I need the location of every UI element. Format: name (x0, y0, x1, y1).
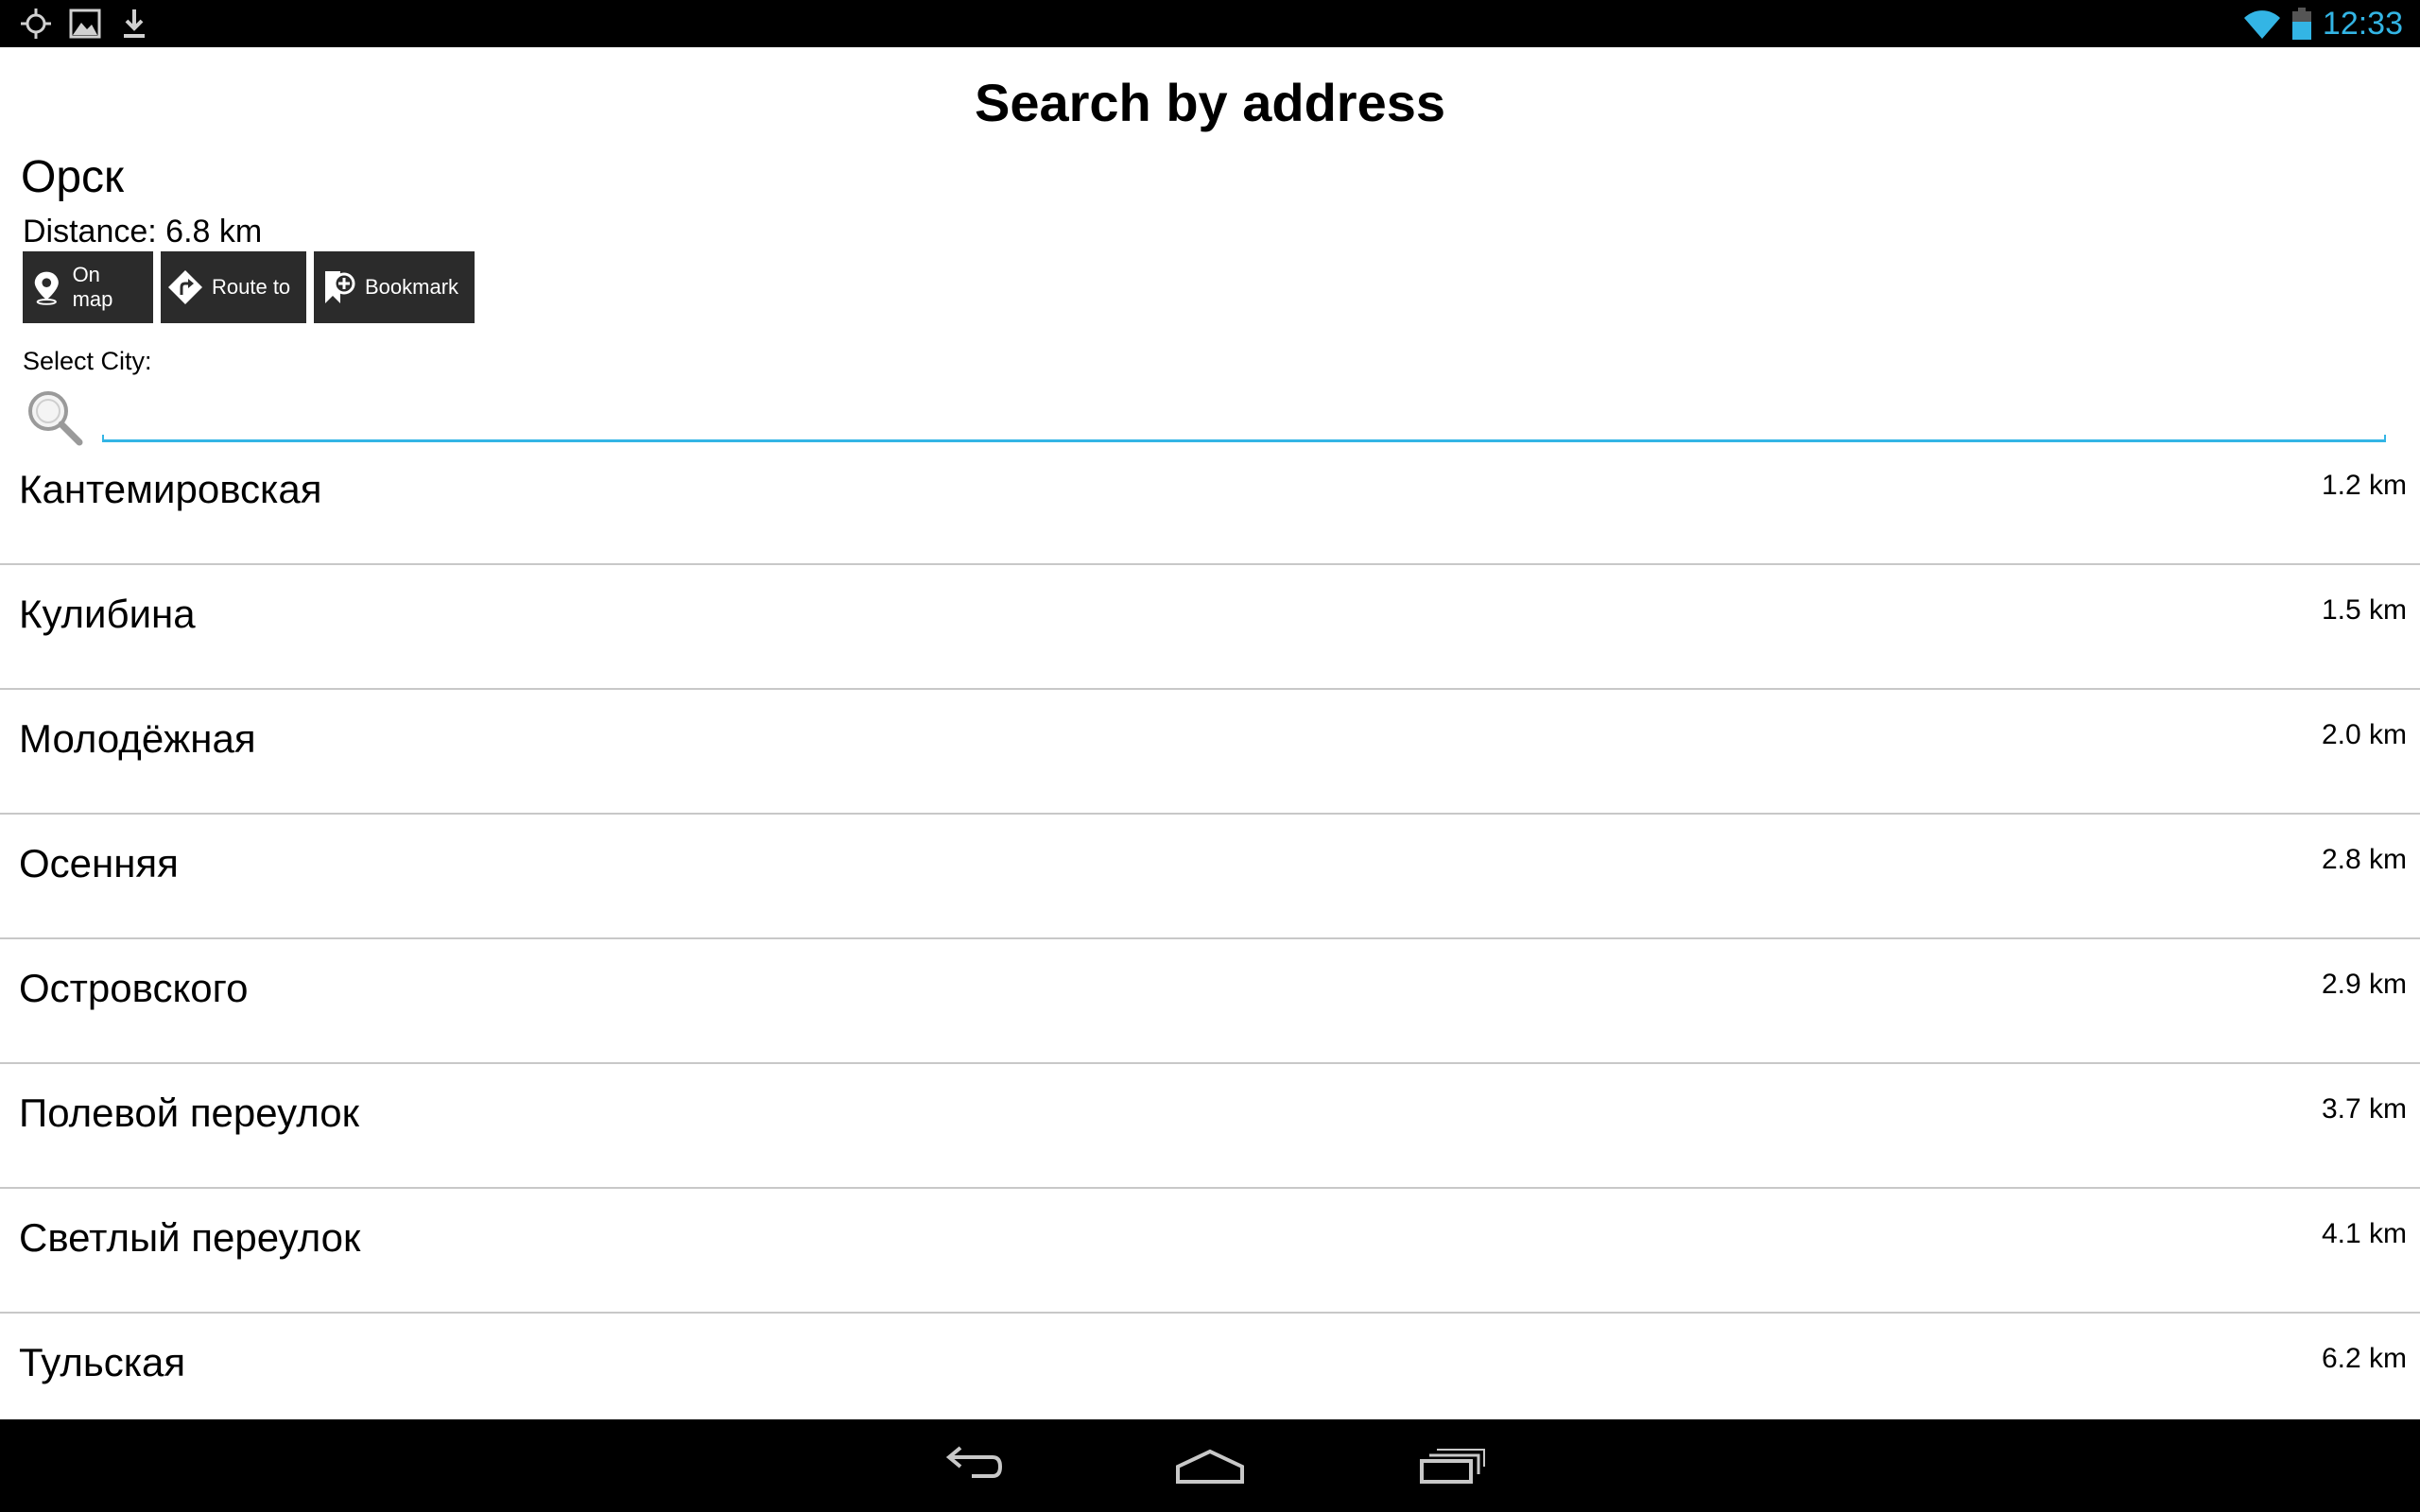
route-to-button[interactable]: Route to (161, 251, 306, 323)
navigation-bar (0, 1419, 2420, 1512)
street-name: Осенняя (19, 841, 179, 885)
system-indicators: 12:33 (2243, 5, 2403, 43)
street-distance: 2.0 km (2321, 719, 2407, 750)
street-name: Островского (19, 966, 249, 1010)
list-item[interactable]: Осенняя 2.8 km (0, 813, 2420, 937)
street-distance: 2.8 km (2321, 844, 2407, 875)
street-name: Тульская (19, 1340, 186, 1384)
street-name: Молодёжная (19, 716, 256, 761)
page-title: Search by address (974, 73, 1446, 132)
action-buttons: On map Route to Bookmark (23, 251, 475, 323)
street-distance: 2.9 km (2321, 969, 2407, 1000)
route-icon (168, 270, 202, 304)
search-icon (28, 391, 83, 446)
bookmark-button[interactable]: Bookmark (314, 251, 475, 323)
gps-icon (21, 9, 51, 39)
list-item[interactable]: Островского 2.9 km (0, 937, 2420, 1062)
on-map-button[interactable]: On map (23, 251, 153, 323)
battery-icon (2291, 8, 2311, 40)
street-distance: 3.7 km (2321, 1093, 2407, 1125)
list-item[interactable]: Молодёжная 2.0 km (0, 688, 2420, 813)
street-name: Светлый переулок (19, 1215, 361, 1260)
notification-icons (19, 7, 151, 41)
bookmark-label: Bookmark (365, 275, 459, 299)
route-to-label: Route to (212, 275, 291, 299)
street-distance: 1.2 km (2321, 470, 2407, 501)
street-list: Кантемировская 1.2 km Кулибина 1.5 km Мо… (0, 440, 2420, 1436)
city-name: Орск (21, 152, 125, 202)
clock: 12:33 (2322, 6, 2403, 42)
bookmark-add-icon (325, 271, 355, 303)
status-bar: 12:33 (0, 0, 2420, 47)
list-item[interactable]: Кантемировская 1.2 km (0, 440, 2420, 563)
back-icon[interactable] (934, 1438, 1006, 1491)
wifi-icon (2243, 10, 2280, 39)
download-icon (124, 9, 145, 38)
list-item[interactable]: Полевой переулок 3.7 km (0, 1062, 2420, 1187)
select-city-label: Select City: (23, 347, 152, 375)
list-item[interactable]: Тульская 6.2 km (0, 1312, 2420, 1436)
city-distance: Distance: 6.8 km (23, 214, 263, 249)
street-name: Кулибина (19, 592, 196, 636)
map-pin-icon (34, 271, 59, 305)
list-item[interactable]: Кулибина 1.5 km (0, 563, 2420, 688)
street-distance: 6.2 km (2321, 1343, 2407, 1374)
street-distance: 4.1 km (2321, 1218, 2407, 1249)
search-row (23, 386, 2386, 448)
street-name: Кантемировская (19, 467, 322, 511)
on-map-label: On map (72, 263, 113, 311)
home-icon[interactable] (1174, 1438, 1246, 1491)
list-item[interactable]: Светлый переулок 4.1 km (0, 1187, 2420, 1312)
street-distance: 1.5 km (2321, 594, 2407, 626)
recent-apps-icon[interactable] (1416, 1438, 1488, 1491)
street-name: Полевой переулок (19, 1091, 359, 1135)
image-icon (69, 9, 101, 39)
